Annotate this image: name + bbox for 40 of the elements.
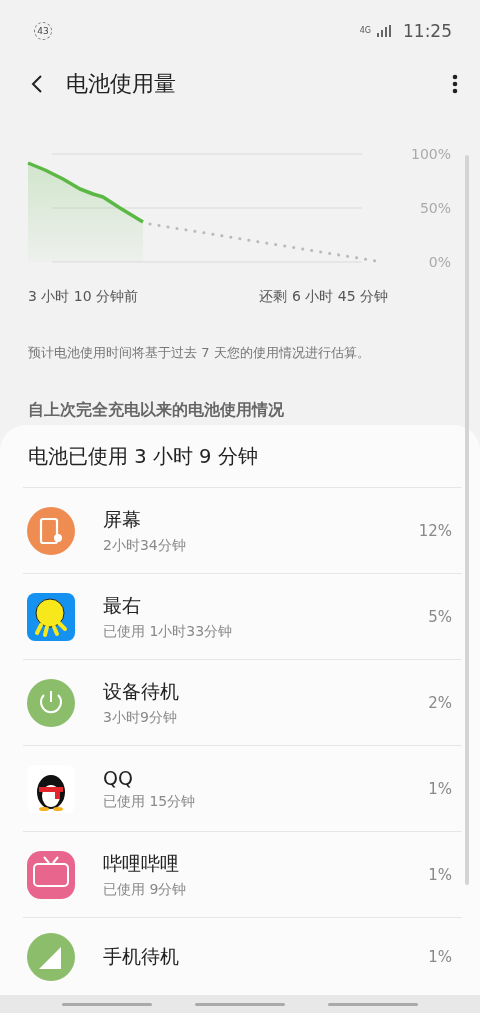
item-name: 屏幕 [103,506,142,532]
item-name: 哔哩哔哩 [103,850,180,876]
usage-item[interactable]: 最右 已使用 1小时33分钟 5% [23,573,462,659]
axis-tick-label: 100% [410,146,451,162]
signal-icon [27,932,75,981]
more-options-icon[interactable] [452,73,458,95]
item-name: 手机待机 [103,943,180,969]
signal-icon [377,25,391,37]
item-duration: 已使用 15分钟 [103,792,197,811]
item-percent: 5% [428,607,452,626]
tv-icon [27,850,75,899]
usage-item[interactable]: QQ 已使用 15分钟 1% [23,745,462,831]
clock: 11:25 [403,21,452,41]
usage-item[interactable]: 哔哩哔哩 已使用 9分钟 1% [23,831,462,917]
usage-total: 电池已使用 3 小时 9 分钟 [27,444,259,469]
power-icon [27,678,75,727]
phone-icon [27,506,75,555]
item-name: 最右 [103,592,142,618]
usage-item[interactable]: 屏幕 2小时34分钟 12% [23,487,462,573]
section-title: 自上次完全充电以来的电池使用情况 [28,400,285,421]
item-percent: 1% [428,947,452,966]
item-duration: 已使用 1小时33分钟 [103,622,234,641]
chart-start-label: 3 小时 10 分钟前 [28,288,139,306]
item-duration: 3小时9分钟 [103,708,178,727]
item-percent: 1% [428,865,452,884]
item-duration: 已使用 9分钟 [103,880,188,899]
mascot-icon [27,592,75,641]
item-percent: 1% [428,779,452,798]
item-percent: 2% [428,693,452,712]
axis-tick-label: 50% [419,200,451,216]
network-type: 4G [359,27,371,35]
page-title: 电池使用量 [66,70,177,98]
axis-tick-label: 0% [428,254,451,270]
item-duration: 2小时34分钟 [103,536,187,555]
chart-end-label: 还剩 6 小时 45 分钟 [259,288,388,306]
estimate-note: 预计电池使用时间将基于过去 7 天您的使用情况进行估算。 [28,344,371,362]
item-percent: 12% [418,521,452,540]
item-name: QQ [103,766,134,789]
item-name: 设备待机 [103,678,180,704]
usage-item[interactable]: 设备待机 3小时9分钟 2% [23,659,462,745]
